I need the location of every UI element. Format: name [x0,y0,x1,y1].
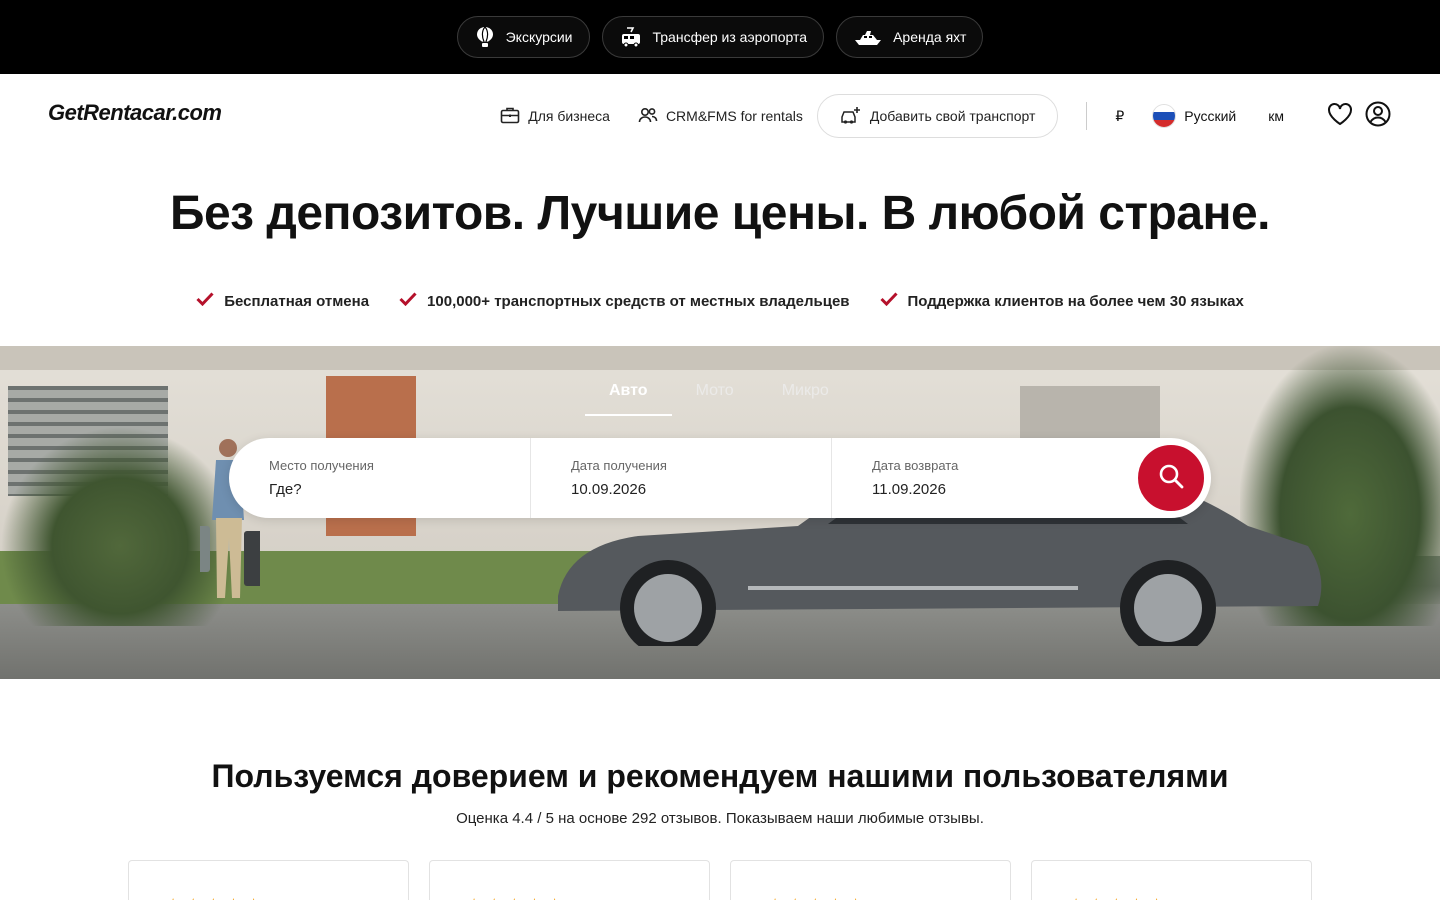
reviews-title: Пользуемся доверием и рекомендуем нашими… [211,758,1229,794]
reviews-subtitle: Оценка 4.4 / 5 на основе 292 отзывов. По… [456,810,984,827]
yacht-icon [853,27,883,47]
review-card[interactable]: ★★★★★ [128,860,409,900]
search-button[interactable] [1135,442,1207,514]
russia-flag-icon [1152,104,1177,128]
return-date-field[interactable]: Дата возврата 11.09.2026 [831,438,1132,518]
excursions-label: Экскурсии [505,29,573,45]
balloon-icon [474,25,496,49]
review-card[interactable]: ★★★★★ [1031,860,1312,900]
search-icon [1157,462,1185,495]
users-icon [638,106,658,127]
feature-item: Бесплатная отмена [196,292,369,310]
pickup-date-value[interactable]: 10.09.2026 [571,481,831,498]
airport-transfer-label: Трансфер из аэропорта [652,29,808,45]
rating-stars: ★★★★★ [767,895,1010,900]
user-icon [1365,101,1391,132]
tab-moto[interactable]: Мото [672,366,758,416]
search-form: Место получения Где? Дата получения 10.0… [229,438,1211,518]
hero-title: Без депозитов. Лучшие цены. В любой стра… [169,187,1271,240]
crm-link[interactable]: CRM&FMS for rentals [638,106,803,127]
rating-stars: ★★★★★ [165,895,408,900]
top-service-bar: Экскурсии Трансфер из аэропорта Аренда я… [0,0,1440,74]
review-cards: ★★★★★ ★★★★★ ★★★★★ ★★★★★ [128,860,1312,900]
feature-item: Поддержка клиентов на более чем 30 языка… [879,292,1244,310]
pickup-date-field[interactable]: Дата получения 10.09.2026 [530,438,831,518]
rating-stars: ★★★★★ [466,895,709,900]
feature-list: Бесплатная отмена 100,000+ транспортных … [0,292,1440,310]
pickup-location-field[interactable]: Место получения Где? [229,438,530,518]
check-icon [399,292,417,310]
yacht-rental-label: Аренда яхт [893,29,967,45]
return-date-label: Дата возврата [872,458,959,473]
currency-selector[interactable]: ₽ [1115,108,1124,125]
van-icon [619,25,643,49]
excursions-link[interactable]: Экскурсии [456,16,590,58]
feature-label: 100,000+ транспортных средств от местных… [427,292,850,310]
pickup-location-label: Место получения [269,458,374,473]
account-button[interactable] [1364,101,1392,132]
site-logo[interactable]: GetRentacar.com [48,100,222,126]
language-selector[interactable]: Русский [1152,104,1236,128]
tab-micro[interactable]: Микро [758,366,853,416]
vehicle-type-tabs: Авто Мото Микро [585,366,853,416]
feature-label: Бесплатная отмена [224,292,370,310]
hero-banner: Авто Мото Микро Место получения Где? Дат… [0,346,1440,679]
feature-item: 100,000+ транспортных средств от местных… [399,292,850,310]
rating-stars: ★★★★★ [1068,895,1311,900]
feature-label: Поддержка клиентов на более чем 30 языка… [907,292,1244,310]
car-plus-icon [840,105,862,128]
review-card[interactable]: ★★★★★ [429,860,710,900]
pickup-date-label: Дата получения [571,458,667,473]
header-divider [1086,102,1088,130]
heart-icon [1327,102,1353,131]
return-date-value[interactable]: 11.09.2026 [872,481,1132,498]
language-label: Русский [1184,108,1237,124]
business-link[interactable]: Для бизнеса [500,106,610,127]
review-card[interactable]: ★★★★★ [730,860,1011,900]
airport-transfer-link[interactable]: Трансфер из аэропорта [601,16,825,58]
business-label: Для бизнеса [528,108,610,124]
yacht-rental-link[interactable]: Аренда яхт [836,16,984,58]
units-selector[interactable]: км [1268,108,1284,124]
add-vehicle-label: Добавить свой транспорт [869,108,1036,124]
add-vehicle-button[interactable]: Добавить свой транспорт [816,94,1059,138]
header-nav: Для бизнеса CRM&FMS for rentals Добавить… [500,94,1392,138]
check-icon [879,292,898,310]
site-header: GetRentacar.com Для бизнеса CRM&FMS for … [0,74,1440,158]
briefcase-icon [500,106,520,127]
check-icon [196,292,214,310]
tab-auto[interactable]: Авто [585,366,672,416]
favorites-button[interactable] [1326,102,1354,130]
pickup-location-input[interactable]: Где? [269,481,530,498]
crm-label: CRM&FMS for rentals [665,108,803,124]
